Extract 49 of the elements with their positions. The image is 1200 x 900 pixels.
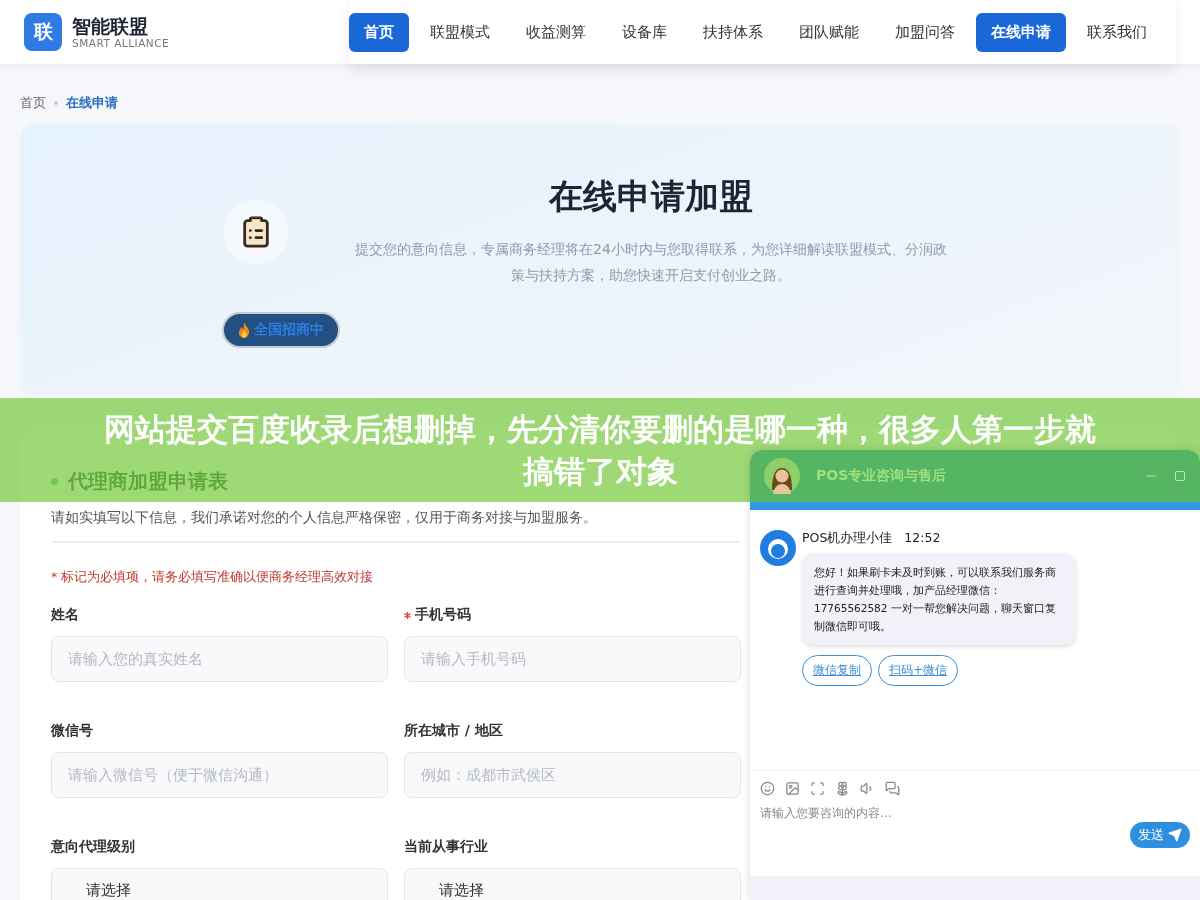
nav-link[interactable]: 扶持体系 bbox=[688, 12, 778, 52]
agent-avatar-icon bbox=[764, 458, 800, 494]
agent-name: POS机办理小佳 bbox=[802, 530, 893, 547]
field-label: 当前从事行业 bbox=[404, 838, 488, 856]
required-note: * 标记为必填项，请务必填写准确以便商务经理高效对接 bbox=[51, 569, 374, 586]
field-label: 微信号 bbox=[51, 722, 93, 740]
message-time: 12:52 bbox=[904, 530, 941, 547]
chat-title: POS专业咨询与售后 bbox=[816, 467, 948, 485]
emoji-icon[interactable] bbox=[760, 781, 775, 796]
maximize-icon[interactable] bbox=[1174, 470, 1186, 482]
nav-link[interactable]: 团队赋能 bbox=[784, 12, 874, 52]
field-label: 所在城市 / 地区 bbox=[404, 722, 503, 740]
headline-line: 搞错了对象 bbox=[522, 452, 678, 491]
flower-icon[interactable] bbox=[835, 781, 850, 796]
field-label: 手机号码 bbox=[415, 606, 471, 624]
nav-link[interactable]: 收益测算 bbox=[511, 12, 601, 52]
brand-tagline: SMART ALLIANCE bbox=[72, 37, 170, 49]
screenshot-icon[interactable] bbox=[810, 781, 825, 796]
input-field[interactable]: 请输入手机号码 bbox=[404, 636, 741, 682]
badge-text: 全国招商中 bbox=[254, 321, 324, 339]
nav-link[interactable]: 在线申请 bbox=[976, 12, 1066, 52]
nav-link[interactable]: 首页 bbox=[349, 12, 409, 52]
input-field[interactable]: 请输入微信号（便于微信沟通） bbox=[51, 752, 388, 798]
flame-icon bbox=[238, 322, 250, 338]
field-label: 姓名 bbox=[51, 606, 79, 624]
logo-mark: 联 bbox=[24, 13, 62, 51]
breadcrumb-link[interactable]: 在线申请 bbox=[66, 94, 118, 112]
image-icon[interactable] bbox=[785, 781, 800, 796]
breadcrumb-link[interactable]: 首页 bbox=[20, 94, 46, 112]
brand-name: 智能联盟 bbox=[72, 15, 149, 37]
form-intro: 请如实填写以下信息，我们承诺对您的个人信息严格保密，仅用于商务对接与加盟服务。 bbox=[51, 509, 597, 527]
headline-line: 网站提交百度收录后想删掉，先分清你要删的是哪一种，很多人第一步就 bbox=[104, 410, 1096, 449]
input-field[interactable]: 请输入您的真实姓名 bbox=[51, 636, 388, 682]
hero-title: 在线申请加盟 bbox=[549, 175, 753, 218]
nav-link[interactable]: 加盟问答 bbox=[880, 12, 970, 52]
select-field[interactable]: 请选择 bbox=[404, 868, 741, 900]
message-bubble: 您好！如果刷卡未及时到账，可以联系我们服务商进行查询并处理哦，加产品经理微信：17765562582 一对一帮您解决问题，聊天窗口复制微信即可哦。 bbox=[802, 553, 1076, 645]
hero-subtitle: 提交您的意向信息，专属商务经理将在24小时内与您取得联系，为您详细解读联盟模式、分润政策与扶持方案，助您快速开启支付创业之路。 bbox=[354, 240, 948, 285]
send-icon bbox=[1168, 828, 1182, 842]
nav-link[interactable]: 联盟模式 bbox=[415, 12, 505, 52]
nav-link[interactable]: 设备库 bbox=[607, 12, 682, 52]
required-icon bbox=[404, 611, 411, 619]
avatar-icon bbox=[760, 530, 796, 566]
chat-bubbles-icon[interactable] bbox=[885, 781, 900, 796]
input-field[interactable]: 例如：成都市武侯区 bbox=[404, 752, 741, 798]
form-title: 代理商加盟申请表 bbox=[68, 468, 228, 495]
field-label: 意向代理级别 bbox=[51, 838, 135, 856]
select-field[interactable]: 请选择 bbox=[51, 868, 388, 900]
nav-link[interactable]: 联系我们 bbox=[1072, 12, 1162, 52]
